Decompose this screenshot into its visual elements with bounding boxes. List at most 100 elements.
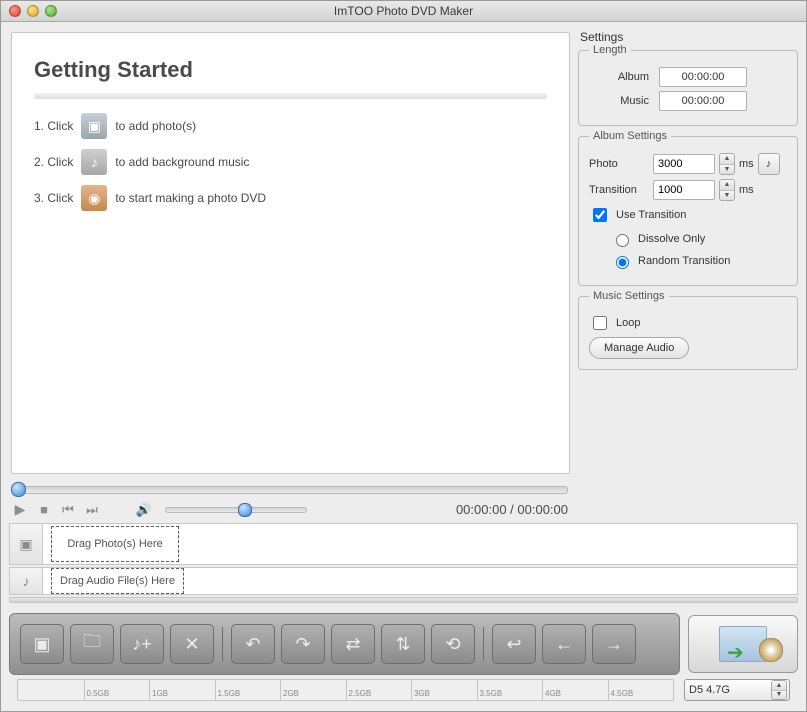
settings-column: Settings Length Album 00:00:00 Music 00:… bbox=[576, 22, 806, 521]
music-settings-fieldset: Music Settings Loop Manage Audio bbox=[578, 296, 798, 370]
step-1: 1. Click ▣ to add photo(s) bbox=[34, 113, 547, 139]
random-transition-label: Random Transition bbox=[638, 255, 730, 267]
progress-thumb[interactable] bbox=[11, 482, 26, 497]
flip-vertical-button[interactable]: ⇅ bbox=[381, 624, 425, 664]
add-photo-button[interactable]: ▣ bbox=[20, 624, 64, 664]
getting-started-title: Getting Started bbox=[34, 57, 547, 83]
album-settings-legend: Album Settings bbox=[589, 130, 671, 142]
time-display: 00:00:00 / 00:00:00 bbox=[456, 502, 568, 517]
dissolve-only-radio[interactable] bbox=[616, 234, 629, 247]
preview-panel: Getting Started 1. Click ▣ to add photo(… bbox=[11, 32, 570, 474]
ruler-tick: 2GB bbox=[280, 680, 299, 700]
step2-prefix: 2. Click bbox=[34, 155, 73, 169]
rotate-left-button[interactable]: ↶ bbox=[231, 624, 275, 664]
add-music-button[interactable]: ♪+ bbox=[120, 624, 164, 664]
reset-button[interactable]: ⟲ bbox=[431, 624, 475, 664]
transition-ms-label: ms bbox=[739, 184, 754, 196]
add-folder-button[interactable]: 🗀 bbox=[70, 624, 114, 664]
album-length-label: Album bbox=[589, 71, 659, 83]
transition-duration-input[interactable] bbox=[653, 180, 715, 200]
album-length-value: 00:00:00 bbox=[659, 67, 747, 87]
prev-button[interactable]: ⏮ bbox=[61, 503, 75, 517]
audio-track: ♪ Drag Audio File(s) Here bbox=[9, 567, 798, 595]
step1-prefix: 1. Click bbox=[34, 119, 73, 133]
music-length-label: Music bbox=[589, 95, 659, 107]
toolbar-separator-1 bbox=[222, 627, 223, 661]
volume-icon[interactable]: 🔊 bbox=[137, 503, 151, 517]
audio-track-icon[interactable]: ♪ bbox=[9, 567, 43, 595]
dissolve-only-label: Dissolve Only bbox=[638, 233, 705, 245]
rotate-right-button[interactable]: ↷ bbox=[281, 624, 325, 664]
bottom-toolbar: ▣ 🗀 ♪+ ✕ ↶ ↷ ⇄ ⇅ ⟲ ↩ ← → bbox=[9, 613, 680, 675]
length-fieldset: Length Album 00:00:00 Music 00:00:00 bbox=[578, 50, 798, 126]
use-transition-label: Use Transition bbox=[616, 209, 686, 221]
ruler-tick: 0.5GB bbox=[84, 680, 110, 700]
step-2: 2. Click ♪ to add background music bbox=[34, 149, 547, 175]
random-transition-radio[interactable] bbox=[616, 256, 629, 269]
toolbar-separator-2 bbox=[483, 627, 484, 661]
add-music-icon: ♪ bbox=[81, 149, 107, 175]
burn-dvd-icon: ◉ bbox=[81, 185, 107, 211]
delete-button[interactable]: ✕ bbox=[170, 624, 214, 664]
burn-dvd-button[interactable]: ➔ bbox=[688, 615, 798, 673]
stop-button[interactable]: ■ bbox=[37, 503, 51, 517]
use-transition-checkbox[interactable] bbox=[593, 208, 607, 222]
titlebar: ImTOO Photo DVD Maker bbox=[1, 1, 806, 22]
loop-label: Loop bbox=[616, 317, 640, 329]
transport-bar: ▶ ■ ⏮ ⏭ 🔊 00:00:00 / 00:00:00 bbox=[11, 496, 570, 521]
photo-drop-zone[interactable]: Drag Photo(s) Here bbox=[51, 526, 179, 562]
volume-slider[interactable] bbox=[165, 507, 307, 513]
window-title: ImTOO Photo DVD Maker bbox=[1, 4, 806, 18]
step-3: 3. Click ◉ to start making a photo DVD bbox=[34, 185, 547, 211]
app-window: ImTOO Photo DVD Maker Getting Started 1.… bbox=[0, 0, 807, 712]
timeline-tracks: ▣ Drag Photo(s) Here ♪ Drag Audio File(s… bbox=[1, 521, 806, 595]
album-settings-fieldset: Album Settings Photo ▲▼ ms ♪ Transition bbox=[578, 136, 798, 286]
audio-track-lane[interactable]: Drag Audio File(s) Here bbox=[43, 567, 798, 595]
ruler-tick: 2.5GB bbox=[346, 680, 372, 700]
photo-track: ▣ Drag Photo(s) Here bbox=[9, 523, 798, 565]
ruler-tick: 1GB bbox=[149, 680, 168, 700]
client-area: Getting Started 1. Click ▣ to add photo(… bbox=[1, 22, 806, 711]
move-left-button[interactable]: ← bbox=[542, 624, 586, 664]
divider bbox=[34, 93, 547, 99]
preview-column: Getting Started 1. Click ▣ to add photo(… bbox=[1, 22, 576, 521]
burn-disc-icon bbox=[759, 638, 783, 662]
music-length-value: 00:00:00 bbox=[659, 91, 747, 111]
ruler-tick: 4.5GB bbox=[608, 680, 634, 700]
ruler-tick: 4GB bbox=[542, 680, 561, 700]
disk-ruler-row: 0.5GB 1GB 1.5GB 2GB 2.5GB 3GB 3.5GB 4GB 4.5GB D5… bbox=[1, 675, 806, 709]
playback-progress[interactable] bbox=[13, 486, 568, 494]
move-right-button[interactable]: → bbox=[592, 624, 636, 664]
photo-music-link-button[interactable]: ♪ bbox=[758, 153, 780, 175]
next-button[interactable]: ⏭ bbox=[85, 503, 99, 517]
transition-mode-group: Dissolve Only Random Transition bbox=[611, 231, 787, 269]
photo-track-icon[interactable]: ▣ bbox=[9, 523, 43, 565]
undo-button[interactable]: ↩ bbox=[492, 624, 536, 664]
transition-duration-stepper[interactable]: ▲▼ bbox=[719, 179, 735, 201]
manage-audio-button[interactable]: Manage Audio bbox=[589, 337, 689, 359]
loop-checkbox[interactable] bbox=[593, 316, 607, 330]
ruler-tick: 1.5GB bbox=[215, 680, 241, 700]
transition-duration-label: Transition bbox=[589, 184, 649, 196]
play-button[interactable]: ▶ bbox=[13, 503, 27, 517]
audio-drop-zone[interactable]: Drag Audio File(s) Here bbox=[51, 568, 184, 594]
splitter[interactable] bbox=[9, 597, 798, 603]
disc-type-value: D5 4.7G bbox=[689, 684, 730, 696]
disk-usage-ruler: 0.5GB 1GB 1.5GB 2GB 2.5GB 3GB 3.5GB 4GB 4.5GB bbox=[17, 679, 674, 701]
music-settings-legend: Music Settings bbox=[589, 290, 669, 302]
disc-type-stepper[interactable]: ▲▼ bbox=[771, 680, 787, 700]
flip-horizontal-button[interactable]: ⇄ bbox=[331, 624, 375, 664]
photo-duration-stepper[interactable]: ▲▼ bbox=[719, 153, 735, 175]
photo-duration-label: Photo bbox=[589, 158, 649, 170]
burn-arrow-icon: ➔ bbox=[727, 640, 744, 665]
settings-heading: Settings bbox=[580, 30, 798, 44]
ruler-tick: 3GB bbox=[411, 680, 430, 700]
ruler-tick: 3.5GB bbox=[477, 680, 503, 700]
progress-row bbox=[11, 474, 570, 496]
volume-thumb[interactable] bbox=[238, 503, 252, 517]
length-legend: Length bbox=[589, 44, 631, 56]
photo-track-lane[interactable]: Drag Photo(s) Here bbox=[43, 523, 798, 565]
add-photo-icon: ▣ bbox=[81, 113, 107, 139]
disc-type-select[interactable]: D5 4.7G ▲▼ bbox=[684, 679, 790, 701]
photo-duration-input[interactable] bbox=[653, 154, 715, 174]
